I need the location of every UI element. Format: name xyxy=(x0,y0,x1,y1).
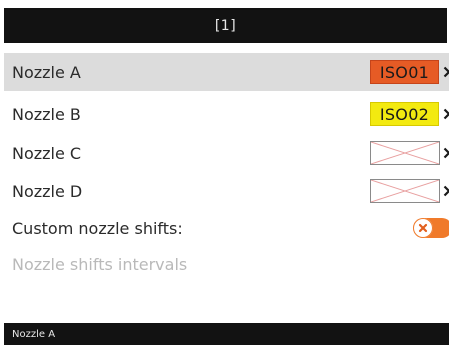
status-bar: Nozzle A xyxy=(4,323,449,345)
status-text: Nozzle A xyxy=(12,328,56,340)
nozzle-b-row[interactable]: Nozzle B ISO02 xyxy=(4,95,449,133)
nozzle-a-value-badge: ISO01 xyxy=(370,60,439,84)
chevron-right-icon xyxy=(442,104,449,124)
chevron-right-icon xyxy=(442,181,449,201)
nozzle-d-empty-icon xyxy=(370,179,440,203)
nozzle-shifts-intervals-label: Nozzle shifts intervals xyxy=(12,254,188,274)
header-bar: [1] xyxy=(4,8,447,43)
nozzle-c-row[interactable]: Nozzle C xyxy=(4,134,449,172)
nozzle-shifts-intervals-row: Nozzle shifts intervals xyxy=(4,245,449,283)
nozzle-b-value-badge: ISO02 xyxy=(370,102,439,126)
custom-nozzle-shifts-toggle[interactable] xyxy=(413,218,449,238)
nozzle-c-empty-icon xyxy=(370,141,440,165)
close-icon xyxy=(413,218,433,238)
chevron-right-icon xyxy=(442,62,449,82)
header-title: [1] xyxy=(214,17,237,34)
nozzle-settings-screen: [1] Nozzle A ISO01 Nozzle B ISO02 Nozzle… xyxy=(0,0,449,345)
custom-nozzle-shifts-row: Custom nozzle shifts: xyxy=(4,209,449,247)
custom-nozzle-shifts-label: Custom nozzle shifts: xyxy=(12,218,183,238)
nozzle-d-row[interactable]: Nozzle D xyxy=(4,172,449,210)
nozzle-a-row[interactable]: Nozzle A ISO01 xyxy=(4,53,449,91)
chevron-right-icon xyxy=(442,143,449,163)
